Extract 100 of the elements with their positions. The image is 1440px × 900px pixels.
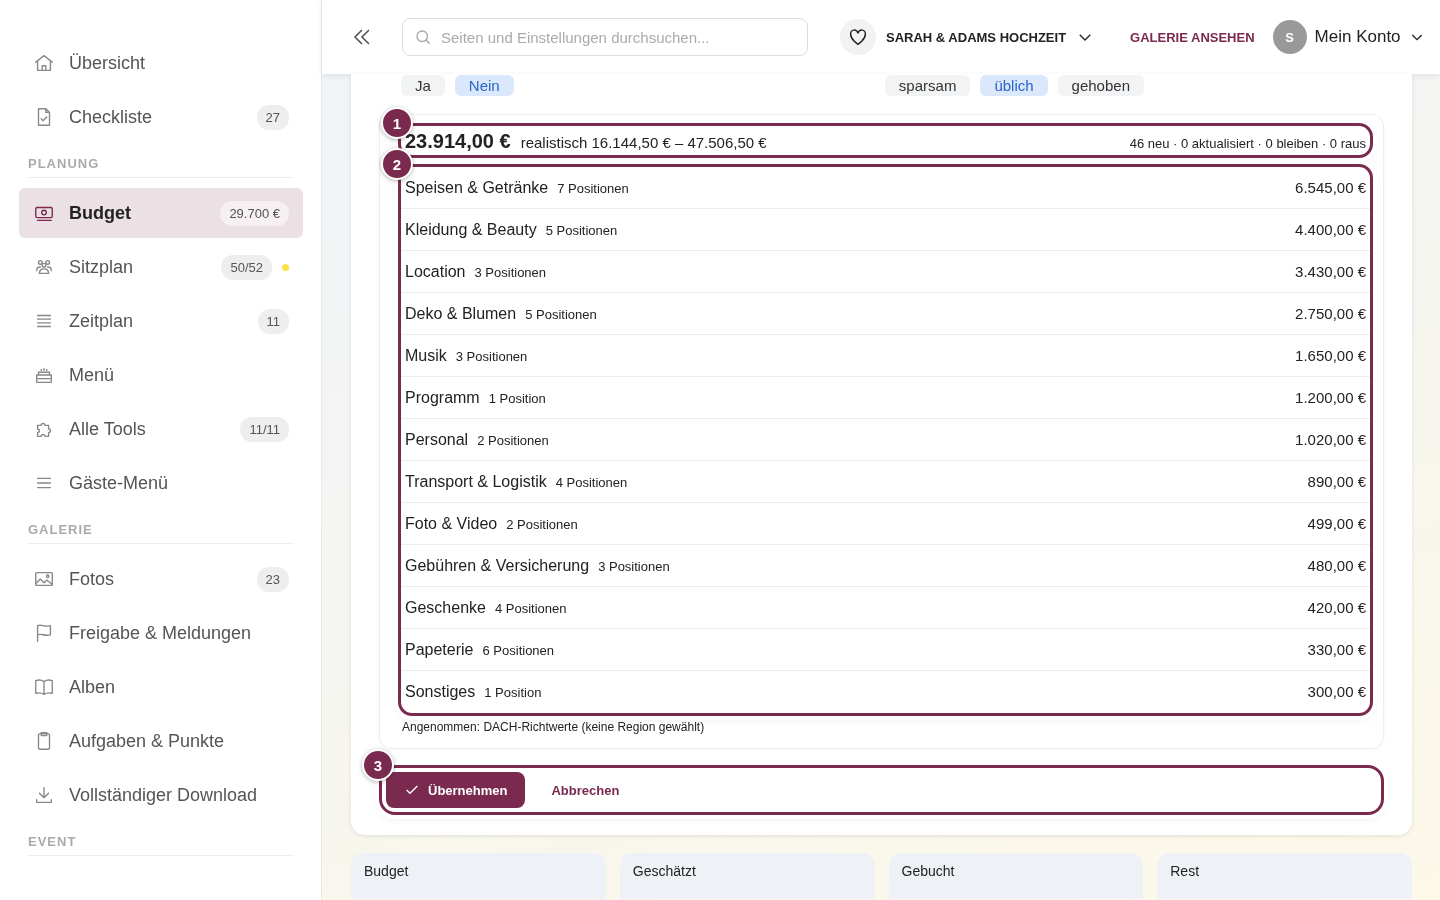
option-chip[interactable]: Nein xyxy=(454,75,514,96)
section-heading: GALERIE xyxy=(28,522,294,544)
count-badge: 23 xyxy=(256,566,289,592)
item-label: Zeitplan xyxy=(69,310,135,332)
book-icon xyxy=(33,676,55,698)
home-icon xyxy=(33,52,55,74)
avatar: S xyxy=(1272,20,1307,54)
item-count: 2 Positionen xyxy=(506,516,578,534)
sidebar-item[interactable]: Vollständiger Download xyxy=(19,770,303,820)
item-label: Sitzplan xyxy=(69,256,135,278)
sidebar-item[interactable]: Alle Tools 11/11 xyxy=(19,404,303,454)
category-amount: 2.750,00 € xyxy=(1295,304,1366,324)
category-name: Transport & Logistik xyxy=(405,472,547,492)
assumption-note: Angenommen: DACH-Richtwerte (keine Region gewählt) xyxy=(402,720,706,734)
sidebar-item[interactable]: Aufgaben & Punkte xyxy=(19,716,303,766)
category-name: Foto & Video xyxy=(405,514,498,534)
item-count: 3 Positionen xyxy=(598,558,670,576)
category-amount: 330,00 € xyxy=(1307,640,1366,660)
search-icon xyxy=(414,28,432,46)
cancel-button[interactable]: Abbrechen xyxy=(535,772,636,808)
sidebar-item[interactable]: Alben xyxy=(19,662,303,712)
category-amount: 3.430,00 € xyxy=(1295,262,1366,282)
stat-label: Gebucht xyxy=(901,863,955,879)
category-amount: 300,00 € xyxy=(1307,682,1366,702)
account-menu[interactable]: S Mein Konto xyxy=(1272,20,1425,54)
item-count: 5 Positionen xyxy=(545,222,618,240)
count-badge: 11 xyxy=(257,308,289,334)
heart-icon xyxy=(847,26,869,48)
item-label: Fotos xyxy=(69,568,116,590)
apply-button[interactable]: Übernehmen xyxy=(386,772,526,808)
option-chip[interactable]: sparsam xyxy=(884,75,971,96)
category-name: Geschenke xyxy=(405,598,486,618)
item-label: Alben xyxy=(69,676,117,698)
category-name: Personal xyxy=(405,430,469,450)
count-badge: 27 xyxy=(256,104,289,130)
gallery-link[interactable]: GALERIE ANSEHEN xyxy=(1130,29,1255,45)
search-field[interactable]: Seiten und Einstellungen durchsuchen... xyxy=(402,18,808,56)
category-amount: 1.200,00 € xyxy=(1295,388,1366,408)
category-name: Location xyxy=(405,262,466,282)
step-badge: 3 xyxy=(362,749,394,781)
item-count: 5 Positionen xyxy=(525,306,597,324)
category-name: Gebühren & Versicherung xyxy=(405,556,590,576)
sidebar-item[interactable]: Gäste-Menü xyxy=(19,458,303,508)
item-label: Aufgaben & Punkte xyxy=(69,730,226,752)
stat-label: Geschätzt xyxy=(632,863,696,879)
category-name: Sonstiges xyxy=(405,682,476,702)
item-label: Gäste-Menü xyxy=(69,472,170,494)
item-label: Budget xyxy=(69,202,132,224)
category-amount: 499,00 € xyxy=(1307,514,1366,534)
count-badge: 11/11 xyxy=(240,416,289,442)
range-text: realistisch 16.144,50 € – 47.506,50 € xyxy=(520,134,767,151)
item-label: Alle Tools xyxy=(69,418,147,440)
item-count: 7 Positionen xyxy=(557,180,629,198)
sidebar-item[interactable]: Menü xyxy=(19,350,303,400)
sidebar-item[interactable]: Zeitplan 11 xyxy=(19,296,303,346)
category-amount: 1.020,00 € xyxy=(1295,430,1366,450)
category-amount: 890,00 € xyxy=(1307,472,1366,492)
category-amount: 6.545,00 € xyxy=(1295,178,1366,198)
section-heading: EVENT xyxy=(28,834,294,856)
category-name: Deko & Blumen xyxy=(405,304,517,324)
count-badge: 50/52 xyxy=(221,254,272,280)
item-count: 4 Positionen xyxy=(555,474,628,492)
section-heading: PLANUNG xyxy=(28,156,294,178)
item-count: 2 Positionen xyxy=(477,432,549,450)
category-amount: 1.650,00 € xyxy=(1295,346,1366,366)
category-name: Speisen & Getränke xyxy=(405,178,549,198)
download-icon xyxy=(33,784,55,806)
item-label: Freigabe & Meldungen xyxy=(69,622,253,644)
category-amount: 4.400,00 € xyxy=(1295,220,1366,240)
count-badge: 29.700 € xyxy=(220,200,289,226)
category-amount: 480,00 € xyxy=(1307,556,1366,576)
item-label: Übersicht xyxy=(69,52,147,74)
category-name: Musik xyxy=(405,346,447,366)
item-count: 6 Positionen xyxy=(482,642,555,660)
option-chip[interactable]: Ja xyxy=(401,75,445,96)
event-selector[interactable]: SARAH & ADAMS HOCHZEIT xyxy=(840,19,1095,55)
sidebar-item[interactable]: Fotos 23 xyxy=(19,554,303,604)
stat-label: Rest xyxy=(1170,863,1200,879)
item-count: 1 Position xyxy=(488,390,546,408)
changes-summary: 46 neu · 0 aktualisiert · 0 bleiben · 0 raus xyxy=(1129,136,1366,151)
item-label: Checkliste xyxy=(69,106,154,128)
item-count: 3 Positionen xyxy=(474,264,547,282)
sidebar-item[interactable]: Checkliste 27 xyxy=(19,92,303,142)
step-badge: 2 xyxy=(381,148,413,180)
option-chip[interactable]: gehoben xyxy=(1057,75,1144,96)
sidebar-item[interactable]: Freigabe & Meldungen xyxy=(19,608,303,658)
item-count: 1 Position xyxy=(484,684,542,702)
sidebar-item[interactable]: Sitzplan 50/52 xyxy=(19,242,303,292)
sidebar-item[interactable]: Budget 29.700 € xyxy=(19,188,303,238)
item-count: 4 Positionen xyxy=(494,600,567,618)
stat-label: Budget xyxy=(364,863,409,879)
category-name: Kleidung & Beauty xyxy=(405,220,537,240)
option-chip[interactable]: üblich xyxy=(980,75,1048,96)
item-label: Menü xyxy=(69,364,116,386)
category-name: Programm xyxy=(405,388,480,408)
category-amount: 420,00 € xyxy=(1307,598,1366,618)
sidebar-item[interactable]: Übersicht xyxy=(19,38,303,88)
category-name: Papeterie xyxy=(405,640,474,660)
item-label: Vollständiger Download xyxy=(69,784,259,806)
item-count: 3 Positionen xyxy=(455,348,528,366)
